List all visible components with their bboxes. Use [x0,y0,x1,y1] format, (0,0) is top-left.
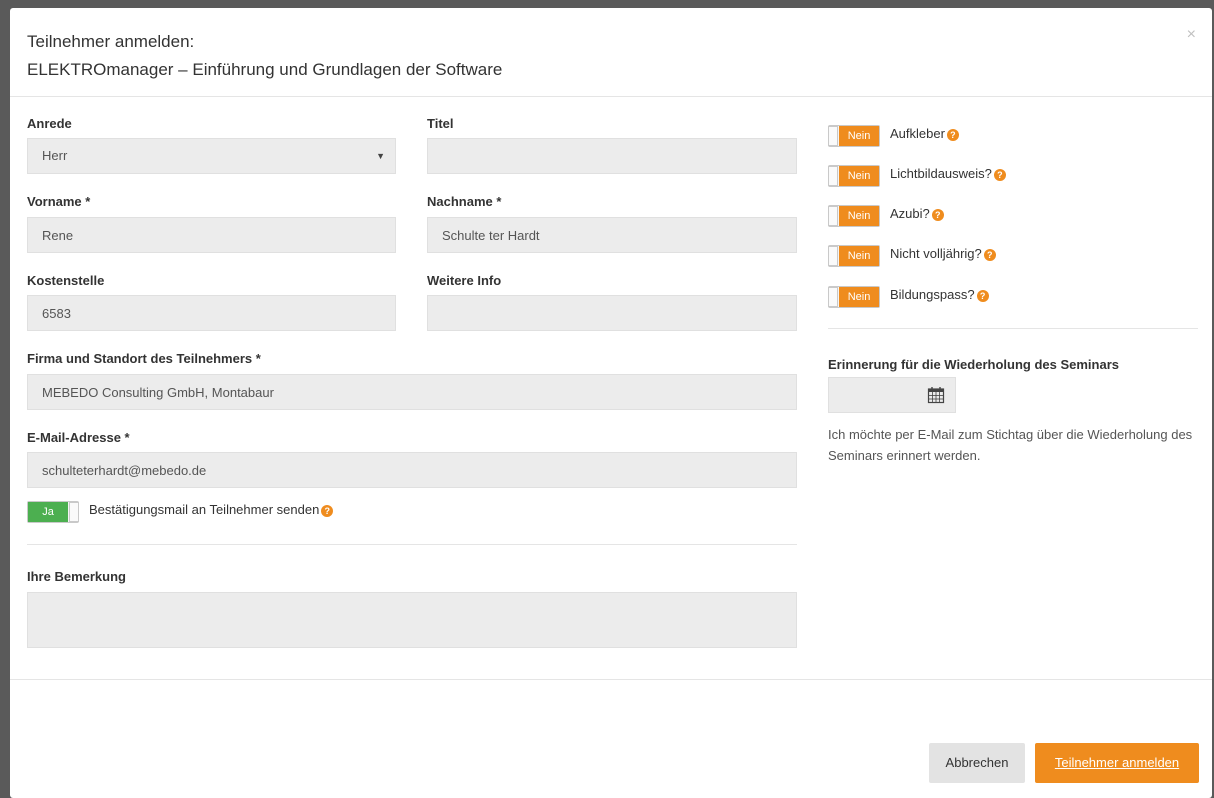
titel-input[interactable] [427,138,797,174]
toggle-knob [828,246,838,266]
reminder-date-picker[interactable] [828,377,956,413]
divider [828,328,1198,329]
nachname-input[interactable] [427,217,797,253]
lichtbildausweis-label-text: Lichtbildausweis? [890,166,992,181]
firma-label: Firma und Standort des Teilnehmers * [27,351,261,366]
kostenstelle-input[interactable] [27,295,396,331]
firma-input[interactable] [27,374,797,410]
bemerkung-label: Ihre Bemerkung [27,569,126,584]
titel-label: Titel [427,116,454,131]
nicht-volljaehrig-label: Nicht volljährig?? [890,246,996,261]
reminder-hint: Ich möchte per E-Mail zum Stichtag über … [828,427,1193,463]
azubi-toggle-state: Nein [839,206,879,226]
modal-header: Teilnehmer anmelden: ELEKTROmanager – Ei… [10,8,1212,97]
confirmation-toggle[interactable]: Ja [27,501,79,523]
bildungspass-label: Bildungspass?? [890,287,989,302]
nicht-volljaehrig-label-text: Nicht volljährig? [890,246,982,261]
bildungspass-label-text: Bildungspass? [890,287,975,302]
help-icon[interactable]: ? [946,128,959,141]
aufkleber-toggle[interactable]: Nein [828,125,880,147]
weitere-info-input[interactable] [427,295,797,331]
bildungspass-toggle[interactable]: Nein [828,286,880,308]
email-input[interactable] [27,452,797,488]
nachname-label: Nachname * [427,194,502,209]
registration-modal: Teilnehmer anmelden: ELEKTROmanager – Ei… [10,8,1212,798]
vorname-label: Vorname * [27,194,91,209]
anrede-value: Herr [42,148,68,163]
nicht-volljaehrig-toggle-state: Nein [839,246,879,266]
nicht-volljaehrig-toggle[interactable]: Nein [828,245,880,267]
cancel-button[interactable]: Abbrechen [929,743,1025,783]
lichtbildausweis-label: Lichtbildausweis?? [890,166,1006,181]
toggle-knob [828,126,838,146]
anrede-select[interactable]: Herr ▼ [27,138,396,174]
lichtbildausweis-toggle[interactable]: Nein [828,165,880,187]
toggle-knob [828,206,838,226]
modal-subtitle: ELEKTROmanager – Einführung und Grundlag… [27,60,503,79]
azubi-label-text: Azubi? [890,206,930,221]
calendar-icon [927,387,945,404]
help-icon[interactable]: ? [976,289,989,302]
modal-title: Teilnehmer anmelden: [27,32,195,51]
aufkleber-label-text: Aufkleber [890,126,945,141]
submit-button[interactable]: Teilnehmer anmelden [1035,743,1199,783]
toggle-knob [828,166,838,186]
confirmation-label: Bestätigungsmail an Teilnehmer senden? [89,502,334,517]
close-icon[interactable]: × [1187,26,1196,44]
azubi-label: Azubi?? [890,206,944,221]
anrede-label: Anrede [27,116,72,131]
divider [27,544,797,545]
confirmation-toggle-state: Ja [28,502,68,522]
kostenstelle-label: Kostenstelle [27,273,105,288]
azubi-toggle[interactable]: Nein [828,205,880,227]
aufkleber-toggle-state: Nein [839,126,879,146]
caret-down-icon: ▼ [376,151,385,161]
help-icon[interactable]: ? [993,168,1006,181]
email-label: E-Mail-Adresse * [27,430,130,445]
weitere-info-label: Weitere Info [427,273,502,288]
vorname-input[interactable] [27,217,396,253]
bemerkung-textarea[interactable] [27,592,797,648]
reminder-label: Erinnerung für die Wiederholung des Semi… [828,357,1119,372]
lichtbildausweis-toggle-state: Nein [839,166,879,186]
confirmation-label-text: Bestätigungsmail an Teilnehmer senden [89,502,320,517]
help-icon[interactable]: ? [983,248,996,261]
toggle-knob [69,502,79,522]
footer-divider [10,679,1212,680]
help-icon[interactable]: ? [931,208,944,221]
bildungspass-toggle-state: Nein [839,287,879,307]
help-icon[interactable]: ? [321,504,334,517]
toggle-knob [828,287,838,307]
aufkleber-label: Aufkleber? [890,126,959,141]
